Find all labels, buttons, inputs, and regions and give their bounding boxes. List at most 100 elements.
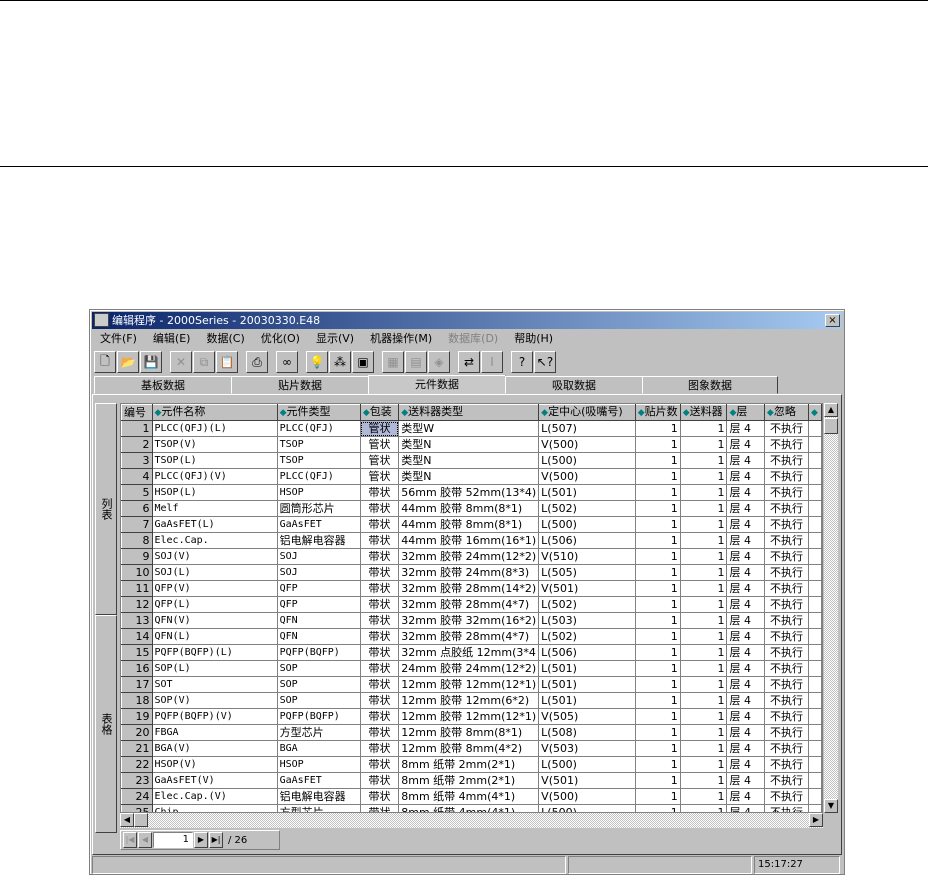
cell-feeder[interactable]: 1	[679, 532, 728, 549]
cell-count[interactable]: 1	[634, 580, 681, 597]
table-row[interactable]: 5 HSOP(L) HSOP 带状 56mm 胶带 52mm(13*4) L(501) 1 1…	[121, 484, 822, 501]
cell-no[interactable]: 9	[121, 548, 153, 565]
cell-more[interactable]	[808, 644, 822, 661]
cell-type[interactable]: BGA	[276, 740, 361, 757]
cell-package[interactable]: 带状	[359, 644, 400, 661]
cell-package[interactable]: 管状	[359, 436, 400, 453]
cell-type[interactable]: 圆筒形芯片	[276, 500, 361, 517]
cell-skip[interactable]: 不执行	[763, 532, 810, 549]
cell-no[interactable]: 18	[121, 692, 153, 709]
cell-feeder-type[interactable]: 8mm 纸带 4mm(4*1)	[398, 804, 540, 812]
cell-layer[interactable]: 层 4	[726, 452, 765, 469]
cell-count[interactable]: 1	[634, 708, 681, 725]
cell-centering[interactable]: L(502)	[538, 596, 636, 613]
cell-type[interactable]: QFP	[276, 596, 361, 613]
cell-more[interactable]	[808, 580, 822, 597]
cell-layer[interactable]: 层 4	[726, 532, 765, 549]
cell-package[interactable]: 带状	[359, 660, 400, 677]
cell-centering[interactable]: L(501)	[538, 660, 636, 677]
cell-skip[interactable]: 不执行	[763, 500, 810, 517]
menu-item-0[interactable]: 文件(F)	[92, 330, 145, 348]
cell-more[interactable]	[808, 564, 822, 581]
cell-layer[interactable]: 层 4	[726, 788, 765, 805]
cell-more[interactable]	[808, 740, 822, 757]
cell-skip[interactable]: 不执行	[763, 452, 810, 469]
scroll-up-button[interactable]: ▲	[824, 403, 838, 417]
cell-centering[interactable]: V(510)	[538, 548, 636, 565]
menu-item-2[interactable]: 数据(C)	[198, 330, 252, 348]
cell-layer[interactable]: 层 4	[726, 644, 765, 661]
cell-name[interactable]: QFP(V)	[151, 580, 278, 597]
cell-name[interactable]: QFP(L)	[151, 596, 278, 613]
column-header[interactable]: ◆贴片数	[634, 404, 681, 421]
cell-skip[interactable]: 不执行	[763, 436, 810, 453]
cell-feeder-type[interactable]: 44mm 胶带 8mm(8*1)	[398, 500, 540, 517]
tab-0[interactable]: 基板数据	[94, 376, 232, 394]
cell-name[interactable]: Chip	[151, 804, 278, 812]
cell-skip[interactable]: 不执行	[763, 612, 810, 629]
cell-no[interactable]: 14	[121, 628, 153, 645]
find-button[interactable]: ∞	[276, 351, 298, 373]
cell-centering[interactable]: V(505)	[538, 708, 636, 725]
cell-name[interactable]: TSOP(V)	[151, 436, 278, 453]
bulb-button[interactable]: 💡	[306, 351, 328, 373]
cell-feeder-type[interactable]: 32mm 胶带 28mm(14*2)	[398, 580, 540, 597]
cell-layer[interactable]: 层 4	[726, 500, 765, 517]
cell-more[interactable]	[808, 436, 822, 453]
cell-feeder-type[interactable]: 24mm 胶带 24mm(12*2)	[398, 660, 540, 677]
cell-no[interactable]: 8	[121, 532, 153, 549]
cell-centering[interactable]: L(500)	[538, 756, 636, 773]
cell-count[interactable]: 1	[634, 484, 681, 501]
cell-no[interactable]: 7	[121, 516, 153, 533]
menu-item-1[interactable]: 编辑(E)	[145, 330, 199, 348]
cell-more[interactable]	[808, 692, 822, 709]
column-header[interactable]: ◆元件类型	[276, 404, 361, 421]
cell-centering[interactable]: L(505)	[538, 564, 636, 581]
cell-feeder[interactable]: 1	[679, 740, 728, 757]
cell-layer[interactable]: 层 4	[726, 740, 765, 757]
cell-feeder[interactable]: 1	[679, 724, 728, 741]
cell-name[interactable]: Melf	[151, 500, 278, 517]
table-row[interactable]: 15 PQFP(BQFP)(L) PQFP(BQFP) 带状 32mm 点胶纸 12mm…	[121, 644, 822, 661]
cell-more[interactable]	[808, 548, 822, 565]
table-row[interactable]: 25 Chip 方型芯片 带状 8mm 纸带 4mm(4*1) L(500) 1 1 层 4 不执…	[121, 804, 822, 812]
cell-type[interactable]: GaAsFET	[276, 772, 361, 789]
cell-centering[interactable]: L(502)	[538, 500, 636, 517]
tool3-button[interactable]: ◈	[428, 351, 450, 373]
cell-feeder[interactable]: 1	[679, 708, 728, 725]
cell-package[interactable]: 带状	[359, 756, 400, 773]
cell-feeder[interactable]: 1	[679, 596, 728, 613]
cell-feeder-type[interactable]: 类型N	[398, 452, 540, 469]
prev-page-button[interactable]: ◀	[138, 832, 152, 848]
table-row[interactable]: 18 SOP(V) SOP 带状 12mm 胶带 12mm(6*2) L(501) 1 1 层 …	[121, 692, 822, 709]
cell-package[interactable]: 管状	[359, 468, 400, 485]
cell-feeder-type[interactable]: 32mm 胶带 32mm(16*2)	[398, 612, 540, 629]
cell-feeder[interactable]: 1	[679, 548, 728, 565]
cell-skip[interactable]: 不执行	[763, 580, 810, 597]
tab-1[interactable]: 贴片数据	[231, 376, 369, 394]
menu-item-3[interactable]: 优化(O)	[253, 330, 308, 348]
cell-feeder[interactable]: 1	[679, 804, 728, 812]
scroll-down-button[interactable]: ▼	[824, 799, 838, 813]
new-button[interactable]: 🗋	[94, 351, 116, 373]
cell-count[interactable]: 1	[634, 420, 681, 437]
tab-2[interactable]: 元件数据	[368, 375, 506, 395]
cell-feeder-type[interactable]: 类型W	[398, 420, 540, 437]
cell-package[interactable]: 带状	[359, 516, 400, 533]
cell-more[interactable]	[808, 500, 822, 517]
cell-name[interactable]: PQFP(BQFP)(V)	[151, 708, 278, 725]
column-header[interactable]: ◆	[808, 404, 822, 421]
paste-button[interactable]: 📋	[216, 351, 238, 373]
cell-centering[interactable]: L(500)	[538, 452, 636, 469]
view-tab-list[interactable]: 列表	[95, 403, 117, 615]
cell-feeder[interactable]: 1	[679, 452, 728, 469]
cell-type[interactable]: PQFP(BQFP)	[276, 644, 361, 661]
cell-feeder[interactable]: 1	[679, 692, 728, 709]
cell-feeder[interactable]: 1	[679, 788, 728, 805]
cell-skip[interactable]: 不执行	[763, 676, 810, 693]
cell-type[interactable]: SOJ	[276, 548, 361, 565]
cell-name[interactable]: GaAsFET(V)	[151, 772, 278, 789]
cell-package[interactable]: 带状	[359, 548, 400, 565]
scroll-left-button[interactable]: ◀	[120, 813, 134, 827]
copy-button[interactable]: ⧉	[193, 351, 215, 373]
